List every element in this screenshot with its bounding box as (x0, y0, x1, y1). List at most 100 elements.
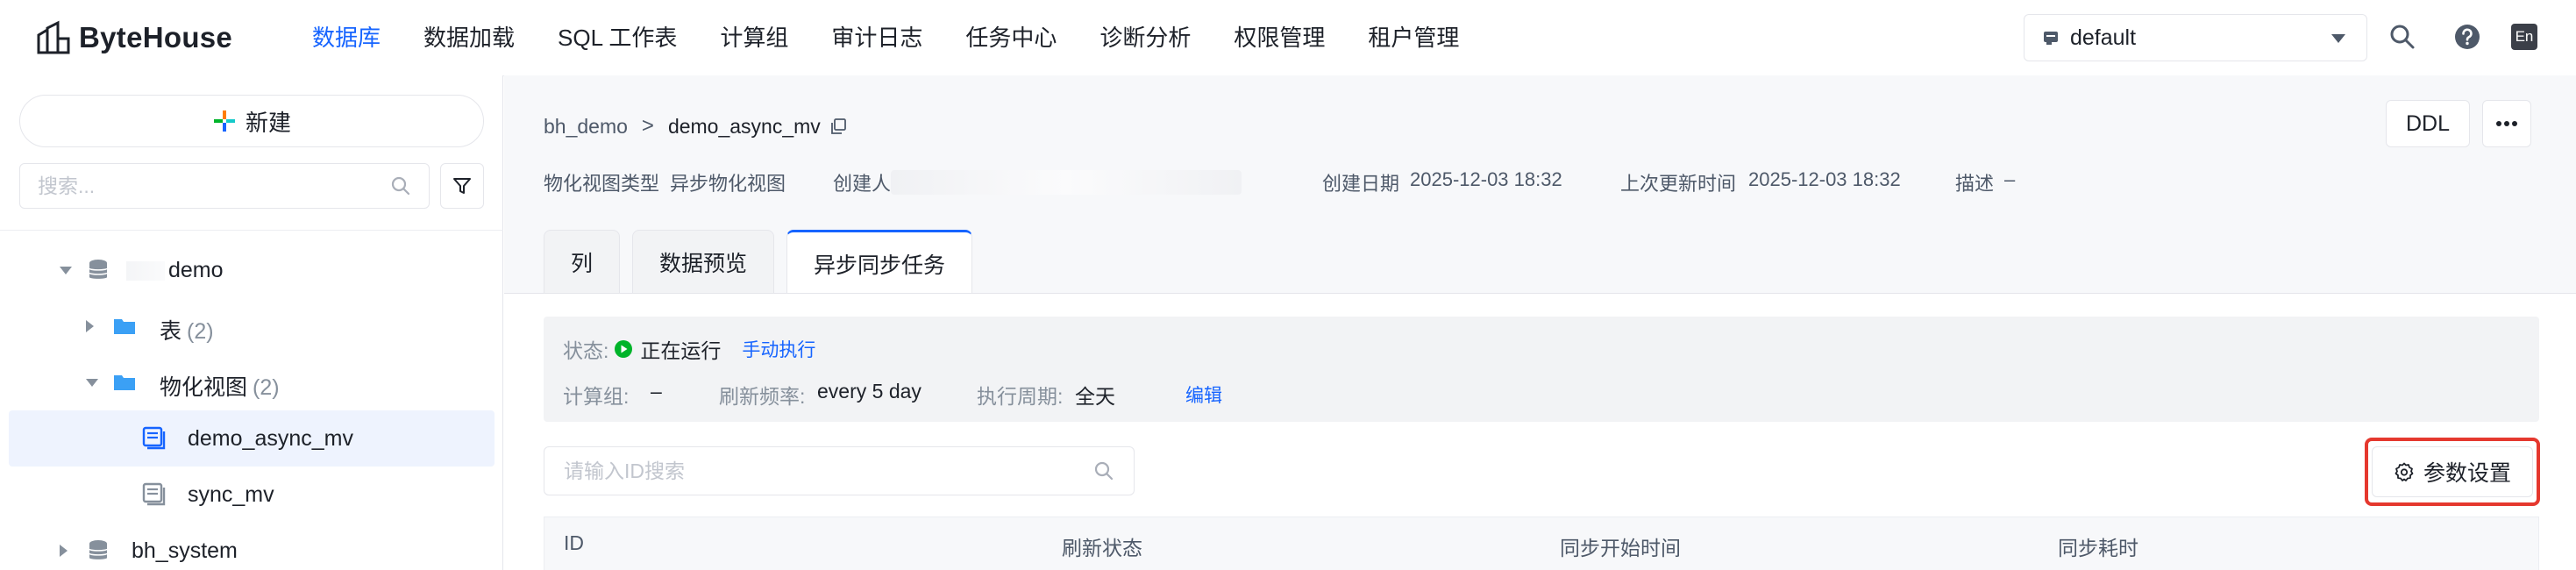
updated-time-value: 2025-12-03 18:32 (1748, 168, 1901, 190)
folder-icon (114, 375, 135, 390)
tab-async-sync-tasks[interactable]: 异步同步任务 (786, 230, 973, 295)
tenant-value: default (2070, 25, 2137, 50)
config-line: 计算组: – 刷新频率: every 5 day 执行周期: 全天 编辑 (563, 380, 2492, 408)
database-icon (89, 260, 108, 279)
created-date-label: 创建日期 (1322, 173, 1400, 195)
sidebar-search-input[interactable] (38, 174, 390, 198)
ddl-button[interactable]: DDL (2386, 100, 2470, 147)
column-header-sync-duration[interactable]: 同步耗时 (2058, 531, 2138, 561)
task-table-header: ID 刷新状态 同步开始时间 同步耗时 (544, 517, 2539, 570)
mv-type-label: 物化视图类型 (544, 173, 660, 195)
status-line: 状态: 正在运行 手动执行 (563, 334, 815, 364)
tree-label: demo (168, 258, 224, 282)
nav-item-compute-group[interactable]: 计算组 (720, 23, 788, 53)
tree-label: demo_async_mv (188, 426, 353, 451)
task-status-panel: 状态: 正在运行 手动执行 计算组: – 刷新频率: every 5 day 执… (544, 317, 2539, 422)
nav-item-database[interactable]: 数据库 (312, 23, 381, 53)
materialized-view-icon (142, 426, 166, 450)
tree-count: (2) (253, 375, 280, 400)
manual-run-link[interactable]: 手动执行 (742, 336, 815, 362)
tree-item-demo-async-mv[interactable]: demo_async_mv (9, 410, 495, 467)
nav-item-audit-log[interactable]: 审计日志 (831, 23, 922, 53)
updated-time-label: 上次更新时间 (1620, 173, 1737, 195)
id-search-input[interactable] (564, 459, 1093, 483)
gear-icon (2395, 462, 2414, 481)
nav-item-sql-worksheet[interactable]: SQL 工作表 (558, 23, 677, 53)
execution-period-label: 执行周期: (977, 385, 1064, 408)
parameter-settings-button[interactable]: 参数设置 (2372, 446, 2533, 497)
nav-item-task-center[interactable]: 任务中心 (965, 23, 1057, 53)
divider (0, 230, 503, 231)
chevron-down-icon (2331, 34, 2345, 43)
filter-button[interactable] (440, 163, 484, 209)
tab-bar: 列 数据预览 异步同步任务 (544, 230, 985, 295)
status-label: 状态: (563, 339, 609, 362)
execution-period-value: 全天 (1075, 385, 1115, 408)
bytehouse-logo-icon (37, 20, 70, 54)
materialized-view-icon (142, 482, 166, 506)
creator-value-redacted (891, 170, 1242, 195)
description-label: 描述 (1955, 173, 1995, 195)
brand-name: ByteHouse (79, 21, 233, 53)
copy-icon[interactable] (829, 118, 847, 135)
refresh-frequency-label: 刷新频率: (719, 385, 806, 408)
refresh-frequency-value: every 5 day (817, 380, 922, 403)
new-button-label: 新建 (245, 109, 291, 136)
breadcrumb: bh_demo > demo_async_mv (544, 114, 847, 139)
more-icon (2496, 121, 2517, 126)
column-header-refresh-status[interactable]: 刷新状态 (1062, 531, 1142, 561)
search-icon (391, 176, 410, 196)
nav-item-data-loading[interactable]: 数据加载 (423, 23, 515, 53)
tenant-select[interactable]: default (2024, 14, 2367, 61)
language-switch[interactable]: En (2511, 24, 2537, 50)
search-icon (1094, 461, 1114, 481)
top-navigation-bar: ByteHouse 数据库 数据加载 SQL 工作表 计算组 审计日志 任务中心… (0, 0, 2576, 75)
nav-item-diagnostics[interactable]: 诊断分析 (1099, 23, 1191, 53)
filter-icon (453, 178, 471, 194)
async-task-panel: 状态: 正在运行 手动执行 计算组: – 刷新频率: every 5 day 执… (504, 293, 2576, 570)
caret-down-icon[interactable] (60, 267, 72, 274)
database-icon (89, 540, 108, 559)
running-status-icon (615, 340, 633, 358)
new-button[interactable]: 新建 (19, 95, 484, 147)
caret-right-icon[interactable] (60, 545, 68, 557)
bytehouse-logo[interactable]: ByteHouse (35, 19, 232, 56)
folder-icon (114, 319, 135, 334)
tab-data-preview[interactable]: 数据预览 (632, 230, 775, 293)
description-value: – (2004, 168, 2016, 190)
caret-down-icon[interactable] (86, 379, 98, 387)
caret-right-icon[interactable] (86, 320, 94, 332)
more-button[interactable] (2482, 100, 2531, 147)
object-header: bh_demo > demo_async_mv DDL 物化视图类型 异步物化视… (504, 75, 2576, 295)
tree-item-sync-mv[interactable]: sync_mv (9, 467, 495, 523)
mv-type-value: 异步物化视图 (670, 173, 786, 195)
breadcrumb-separator: > (641, 114, 654, 138)
redacted-prefix (126, 261, 165, 281)
search-icon[interactable] (2388, 23, 2416, 51)
breadcrumb-current: demo_async_mv (667, 114, 821, 138)
tree-label: sync_mv (188, 482, 274, 507)
sidebar-search (19, 163, 430, 209)
tree-item-tables[interactable]: 表 (2) (9, 298, 495, 354)
tree-item-materialized-views[interactable]: 物化视图 (2) (9, 354, 495, 410)
tab-columns[interactable]: 列 (544, 230, 621, 293)
meta-row: 物化视图类型 异步物化视图 创建人 创建日期 2025-12-03 18:32 … (544, 168, 2560, 195)
plus-icon (213, 110, 235, 132)
tree-item-bh-system[interactable]: bh_system (9, 523, 495, 570)
column-header-id[interactable]: ID (564, 531, 584, 555)
main-nav: 数据库 数据加载 SQL 工作表 计算组 审计日志 任务中心 诊断分析 权限管理… (312, 23, 1502, 53)
compute-group-label: 计算组: (563, 385, 630, 408)
nav-item-tenant-management[interactable]: 租户管理 (1368, 23, 1459, 53)
column-header-sync-start-time[interactable]: 同步开始时间 (1560, 531, 1681, 561)
sidebar: 新建 demo 表(2) (0, 75, 503, 570)
created-date-value: 2025-12-03 18:32 (1410, 168, 1562, 190)
status-value: 正在运行 (640, 339, 722, 362)
help-icon[interactable] (2453, 23, 2481, 51)
edit-link[interactable]: 编辑 (1185, 381, 1222, 408)
nav-item-permissions[interactable]: 权限管理 (1234, 23, 1325, 53)
creator-label: 创建人 (833, 173, 892, 195)
tree-item-demo[interactable]: demo (9, 242, 495, 298)
breadcrumb-parent[interactable]: bh_demo (544, 115, 628, 139)
id-search (544, 446, 1135, 495)
tree-label: 表 (160, 319, 182, 344)
